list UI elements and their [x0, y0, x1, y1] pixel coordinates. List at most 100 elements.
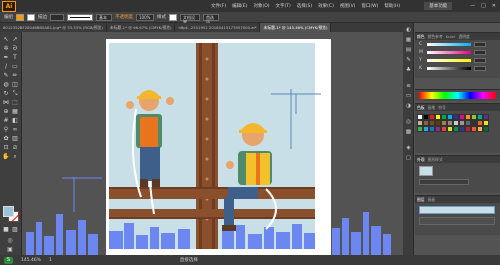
zoom-level[interactable]: 145.46% [21, 258, 41, 263]
artboard-tool-icon[interactable]: ⊡ [2, 144, 10, 151]
slider-k-value[interactable] [474, 65, 486, 71]
gradient-mode-icon[interactable]: ▨ [11, 226, 19, 233]
paintbrush-icon[interactable]: ✎ [2, 72, 10, 79]
menu-object[interactable]: 对象(O) [251, 3, 271, 9]
canvas-area[interactable] [22, 32, 403, 255]
menu-effect[interactable]: 效果(C) [316, 3, 336, 9]
eraser-icon[interactable]: ◫ [11, 81, 19, 88]
zoom-tool-icon[interactable]: ⌕ [11, 153, 19, 160]
tab-transparency[interactable]: 透明度 [458, 34, 469, 40]
fill-color-swatch[interactable] [16, 13, 24, 21]
tab-swatches[interactable]: 色板 [417, 105, 425, 111]
minimize-icon[interactable]: — [470, 3, 475, 9]
blob-brush-icon[interactable]: ◍ [2, 81, 10, 88]
slider-y[interactable]: Y [415, 56, 500, 64]
appearance-icon[interactable]: ◎ [405, 119, 412, 125]
slider-m[interactable]: M [415, 48, 500, 56]
artboard-nav[interactable]: 1 [49, 258, 52, 263]
symbols-icon[interactable]: ♣ [405, 67, 412, 73]
stroke-panel-icon[interactable]: ≡ [405, 83, 412, 89]
menu-help[interactable]: 帮助(H) [382, 3, 402, 9]
tab-appearance[interactable]: 外观 [417, 157, 425, 163]
line-tool-icon[interactable]: / [2, 63, 10, 70]
slider-c-value[interactable] [474, 41, 486, 47]
width-tool-icon[interactable]: ⋈ [2, 99, 10, 106]
layer-row-selected[interactable] [419, 206, 495, 214]
menu-window[interactable]: 窗口(W) [359, 3, 380, 9]
menu-type[interactable]: 文字(T) [274, 3, 293, 9]
opacity-label[interactable]: 不透明度 [115, 14, 133, 20]
stroke-color-swatch[interactable] [27, 13, 35, 21]
scale-tool-icon[interactable]: ⤡ [11, 90, 19, 97]
tab-color[interactable]: 颜色 [417, 34, 425, 40]
appearance-row[interactable] [419, 179, 469, 185]
pencil-icon[interactable]: ✏ [11, 72, 19, 79]
artboards-icon[interactable]: ▢ [405, 155, 412, 161]
color-panel-icon[interactable]: ◐ [405, 27, 412, 33]
color-spectrum-bar[interactable] [419, 92, 496, 99]
color-mode-icon[interactable]: ■ [2, 226, 10, 233]
slider-k[interactable]: K [415, 64, 500, 72]
slider-k-track[interactable] [427, 66, 471, 70]
slider-m-track[interactable] [427, 50, 471, 54]
menu-view[interactable]: 视图(V) [338, 3, 358, 9]
fill-box-icon[interactable] [3, 206, 14, 217]
slider-y-value[interactable] [474, 57, 486, 63]
tab-symbols[interactable]: 符号 [438, 105, 446, 111]
mesh-tool-icon[interactable]: # [2, 117, 10, 124]
brushes-icon[interactable]: ✎ [405, 57, 412, 63]
menu-select[interactable]: 选择(S) [295, 3, 314, 9]
maximize-icon[interactable]: □ [481, 3, 486, 9]
tab-kuler[interactable]: Kuler [446, 34, 456, 39]
stroke-weight-field[interactable] [50, 13, 64, 21]
symbol-sprayer-icon[interactable]: ✿ [2, 135, 10, 142]
tab-layers[interactable]: 图层 [417, 197, 425, 203]
selection-tool-icon[interactable]: ↖ [2, 36, 10, 43]
doc-tab-1[interactable]: 8012352BF28046BB5AB1.jpg* @ 33.33% (RGB/… [0, 23, 107, 32]
tab-brushes[interactable]: 画笔 [428, 105, 436, 111]
document-setup-button[interactable]: 文档设置 [180, 13, 200, 25]
swatches-icon[interactable]: ▤ [405, 47, 412, 53]
column-graph-icon[interactable]: ▥ [11, 135, 19, 142]
gradient-panel-icon[interactable]: ▭ [405, 93, 412, 99]
brush-dropdown[interactable]: 基本 [96, 13, 112, 21]
close-icon[interactable]: ✕ [492, 3, 496, 9]
pen-tool-icon[interactable]: ✒ [2, 54, 10, 61]
slice-tool-icon[interactable]: ⧄ [11, 144, 19, 151]
magic-wand-icon[interactable]: ✲ [2, 45, 10, 52]
draw-mode-icon[interactable]: ◎ [6, 237, 14, 244]
blend-tool-icon[interactable]: ∞ [11, 126, 19, 133]
tab-artboards[interactable]: 画板 [428, 197, 436, 203]
rectangle-tool-icon[interactable]: ▭ [11, 63, 19, 70]
preferences-button[interactable]: 首选项 [203, 13, 219, 25]
doc-tab-3[interactable]: h6pt...2551952 20180415173957000.ai* [175, 23, 261, 32]
opacity-field[interactable]: 100% [136, 13, 154, 21]
slider-y-track[interactable] [427, 58, 471, 62]
doc-tab-4[interactable]: 未标题-1* @ 145.46% (CMYK/预览) [260, 23, 332, 32]
tab-color-guide[interactable]: 颜色参考 [428, 34, 443, 40]
graphic-style-swatch[interactable] [169, 13, 177, 21]
doc-tab-2[interactable]: 未标题-1* @ 66.67% (CMYK/预览) [107, 23, 176, 32]
transparency-icon[interactable]: ◑ [405, 103, 412, 109]
layer-row[interactable] [419, 217, 495, 225]
shape-builder-icon[interactable]: ⊕ [2, 108, 10, 115]
menu-edit[interactable]: 编辑(E) [230, 3, 249, 9]
appearance-fill-preview[interactable] [419, 166, 433, 176]
slider-c[interactable]: C [415, 40, 500, 48]
tab-graphic-styles[interactable]: 图形样式 [428, 157, 443, 163]
slider-c-track[interactable] [427, 42, 471, 46]
direct-selection-tool-icon[interactable]: ↗ [11, 36, 19, 43]
eyedropper-icon[interactable]: ⚲ [2, 126, 10, 133]
workspace-switcher[interactable]: 基本功能 [424, 2, 453, 10]
lasso-icon[interactable]: ᘐ [11, 45, 19, 52]
color-guide-icon[interactable]: ▦ [405, 37, 412, 43]
type-tool-icon[interactable]: T [11, 54, 19, 61]
fill-stroke-widget[interactable] [3, 206, 19, 222]
graphic-styles-icon[interactable]: ▩ [405, 129, 412, 135]
perspective-grid-icon[interactable]: ▦ [11, 108, 19, 115]
layers-icon[interactable]: ◈ [405, 145, 412, 151]
menu-file[interactable]: 文件(F) [209, 3, 228, 9]
stroke-profile-dropdown[interactable] [67, 13, 93, 21]
screen-mode-icon[interactable]: ▣ [6, 246, 14, 253]
swatch[interactable] [483, 126, 489, 132]
